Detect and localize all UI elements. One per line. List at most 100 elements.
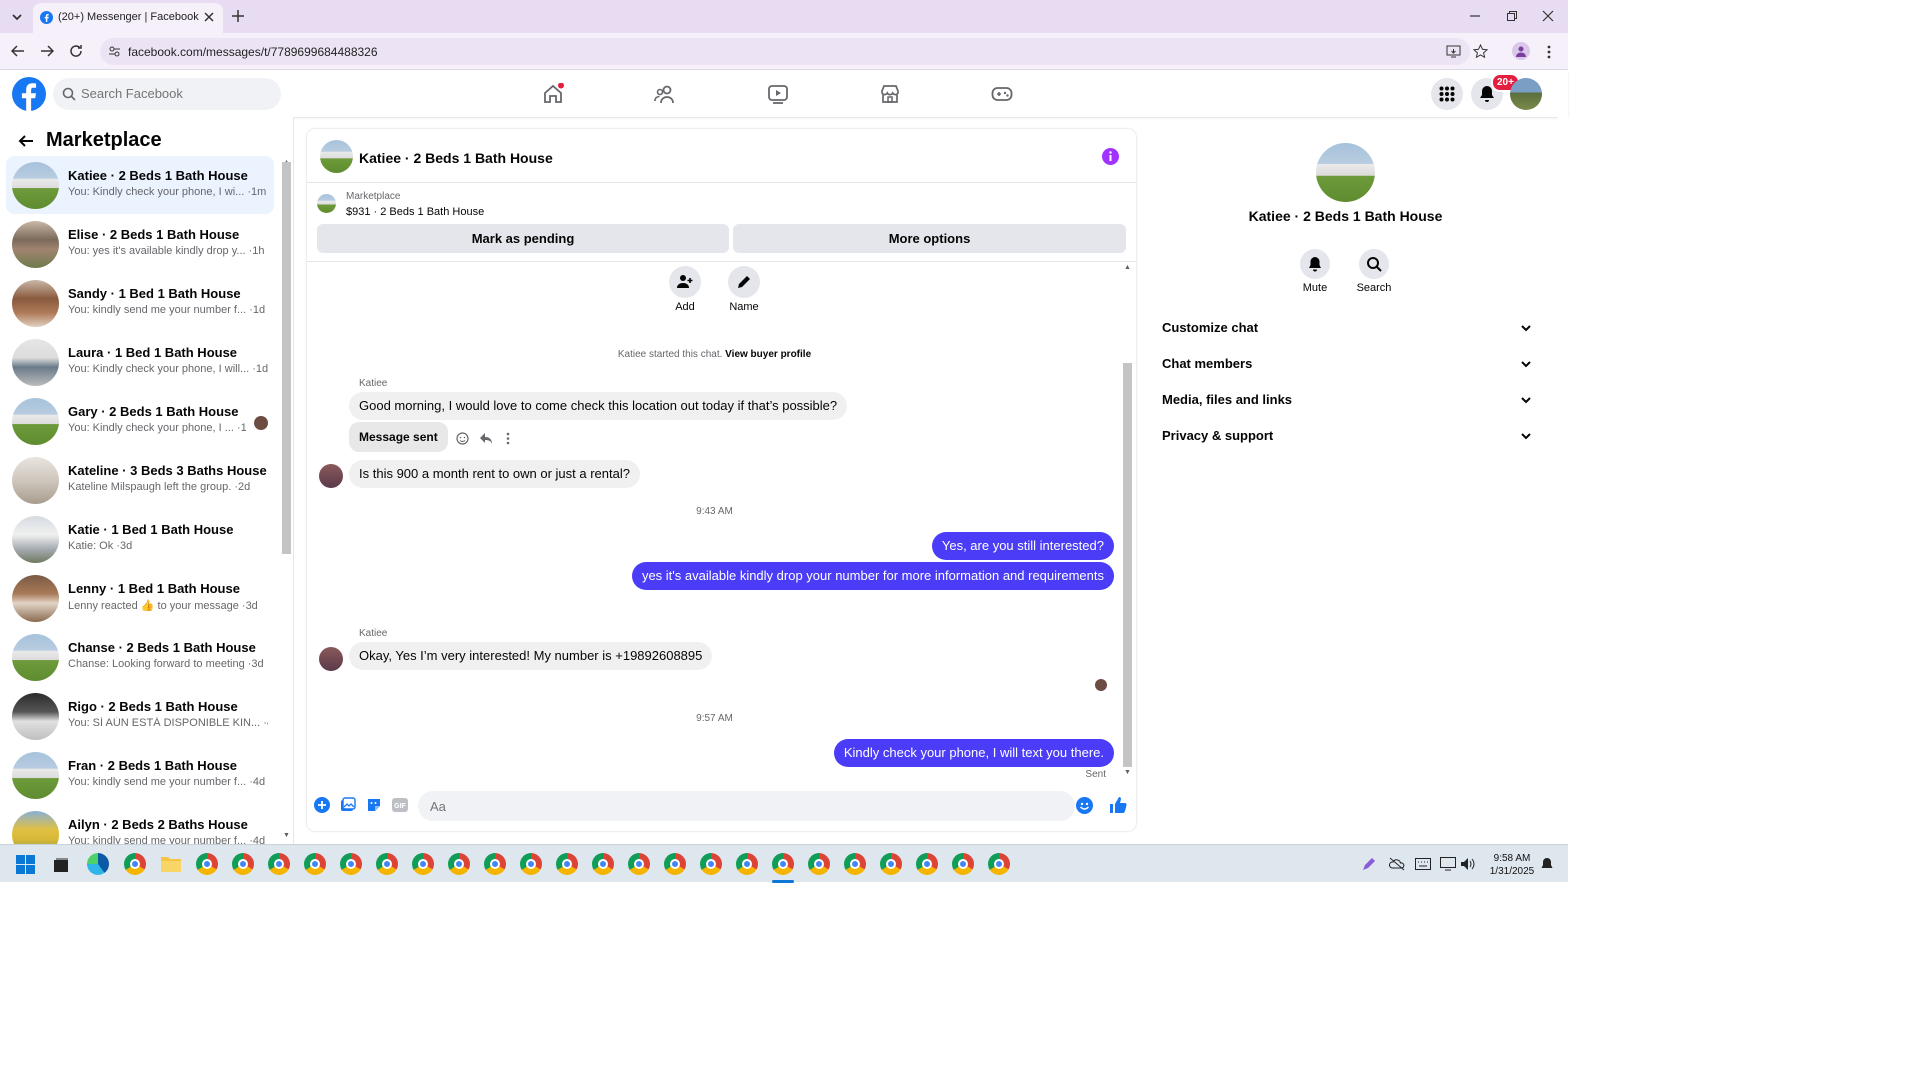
chrome-icon[interactable] [736, 853, 758, 875]
install-app-icon[interactable] [1446, 44, 1461, 59]
info-icon[interactable] [1102, 148, 1119, 165]
chrome-icon[interactable] [628, 853, 650, 875]
more-options-button[interactable]: More options [733, 224, 1126, 253]
incoming-message[interactable]: Is this 900 a month rent to own or just … [349, 460, 640, 488]
chrome-icon[interactable] [916, 853, 938, 875]
listing-thumbnail[interactable] [317, 194, 336, 213]
conversation-item[interactable]: Katiee · 2 Beds 1 Bath House You: Kindly… [6, 156, 274, 214]
reload-icon[interactable] [69, 44, 83, 58]
back-arrow-icon[interactable] [11, 44, 25, 58]
friends-icon[interactable] [654, 83, 676, 105]
outgoing-message[interactable]: Kindly check your phone, I will text you… [833, 739, 1114, 767]
outgoing-message[interactable]: yes it's available kindly drop your numb… [631, 562, 1114, 590]
display-icon[interactable] [1440, 857, 1456, 871]
chrome-icon[interactable] [664, 853, 686, 875]
outgoing-message[interactable]: Yes, are you still interested? [931, 532, 1114, 560]
new-tab-icon[interactable] [230, 8, 246, 24]
system-clock[interactable]: 9:58 AM 1/31/2025 [1484, 852, 1540, 878]
scroll-down-arrow[interactable]: ▼ [283, 832, 290, 839]
sender-avatar[interactable] [319, 647, 343, 671]
chrome-icon[interactable] [952, 853, 974, 875]
search-in-chat-button[interactable] [1359, 249, 1389, 279]
reply-icon[interactable] [479, 432, 493, 445]
chrome-icon[interactable] [808, 853, 830, 875]
browser-tab-messenger[interactable]: (20+) Messenger | Facebook [33, 3, 223, 33]
chrome-icon[interactable] [880, 853, 902, 875]
chrome-icon[interactable] [412, 853, 434, 875]
conversation-item[interactable]: Fran · 2 Beds 1 Bath House You: kindly s… [6, 746, 274, 804]
pen-icon[interactable] [1362, 857, 1376, 871]
chrome-icon[interactable] [232, 853, 254, 875]
media-files-links-section[interactable]: Media, files and links [1162, 386, 1532, 414]
back-arrow-icon[interactable] [18, 133, 34, 149]
volume-icon[interactable] [1460, 857, 1476, 871]
chrome-icon[interactable] [988, 853, 1010, 875]
conversation-item[interactable]: Laura · 1 Bed 1 Bath House You: Kindly c… [6, 333, 274, 391]
bookmark-star-icon[interactable] [1473, 44, 1488, 59]
profile-button[interactable] [1512, 42, 1530, 60]
chrome-icon[interactable] [268, 853, 290, 875]
sender-avatar[interactable] [319, 464, 343, 488]
chrome-icon[interactable] [592, 853, 614, 875]
marketplace-icon[interactable] [879, 83, 901, 105]
edge-icon[interactable] [87, 853, 109, 875]
message-input[interactable] [418, 791, 1075, 821]
file-explorer-icon[interactable] [160, 854, 182, 874]
page-scrollbar[interactable] [1558, 70, 1568, 844]
scroll-down-arrow[interactable]: ▼ [1124, 769, 1131, 776]
notification-center-icon[interactable] [1540, 857, 1554, 871]
chrome-icon[interactable] [376, 853, 398, 875]
sticker-icon[interactable] [366, 797, 382, 813]
chrome-icon[interactable] [340, 853, 362, 875]
chrome-icon[interactable] [556, 853, 578, 875]
mute-button[interactable] [1300, 249, 1330, 279]
conversation-item[interactable]: Elise · 2 Beds 1 Bath House You: yes it'… [6, 215, 274, 273]
plus-icon[interactable] [314, 797, 330, 813]
chrome-icon-active[interactable] [772, 853, 794, 875]
emoji-icon[interactable] [1076, 797, 1093, 814]
home-icon[interactable] [542, 83, 564, 105]
chrome-icon[interactable] [124, 853, 146, 875]
mark-as-pending-button[interactable]: Mark as pending [317, 224, 729, 253]
menu-button[interactable] [1431, 78, 1463, 110]
gif-icon[interactable]: GIF [392, 797, 408, 813]
conversation-item[interactable]: Ailyn · 2 Beds 2 Baths House You: kindly… [6, 805, 274, 844]
thumbs-up-icon[interactable] [1109, 796, 1127, 814]
forward-arrow-icon[interactable] [40, 44, 54, 58]
chrome-icon[interactable] [484, 853, 506, 875]
close-window-icon[interactable] [1541, 9, 1555, 23]
conversation-item[interactable]: Kateline · 3 Beds 3 Baths House Kateline… [6, 451, 274, 509]
facebook-search-input[interactable] [81, 86, 271, 101]
browser-menu-icon[interactable] [1545, 44, 1553, 60]
conversation-item[interactable]: Katie · 1 Bed 1 Bath House Katie: Ok ·3d [6, 510, 274, 568]
conversation-item[interactable]: Lenny · 1 Bed 1 Bath House Lenny reacted… [6, 569, 274, 627]
customize-chat-section[interactable]: Customize chat [1162, 314, 1532, 342]
chat-list-scrollbar[interactable] [282, 162, 291, 554]
keyboard-icon[interactable] [1415, 858, 1431, 870]
chrome-icon[interactable] [700, 853, 722, 875]
facebook-logo-icon[interactable] [12, 77, 46, 111]
chrome-icon[interactable] [196, 853, 218, 875]
tab-search-button[interactable] [8, 8, 26, 26]
task-view-icon[interactable] [53, 857, 69, 873]
view-buyer-profile-link[interactable]: View buyer profile [725, 349, 811, 360]
facebook-search[interactable] [53, 78, 281, 110]
incoming-message[interactable]: Okay, Yes I’m very interested! My number… [349, 642, 713, 670]
close-tab-icon[interactable] [203, 11, 215, 23]
more-actions-icon[interactable] [506, 432, 510, 445]
edit-name-button[interactable] [728, 266, 760, 298]
message-scrollbar[interactable] [1123, 363, 1132, 767]
incoming-message[interactable]: Good morning, I would love to come check… [349, 392, 848, 420]
onedrive-offline-icon[interactable] [1389, 857, 1405, 871]
conversation-item[interactable]: Chanse · 2 Beds 1 Bath House Chanse: Loo… [6, 628, 274, 686]
conversation-item[interactable]: Rigo · 2 Beds 1 Bath House You: SÍ AÚN E… [6, 687, 274, 745]
address-bar[interactable]: facebook.com/messages/t/7789699684488326 [100, 38, 1488, 65]
chrome-icon[interactable] [520, 853, 542, 875]
chrome-icon[interactable] [304, 853, 326, 875]
chrome-icon[interactable] [448, 853, 470, 875]
photo-icon[interactable] [340, 797, 356, 813]
listing-title[interactable]: $931 · 2 Beds 1 Bath House [346, 206, 484, 218]
conversation-item[interactable]: Sandy · 1 Bed 1 Bath House You: kindly s… [6, 274, 274, 332]
restore-icon[interactable] [1505, 9, 1519, 23]
add-member-button[interactable] [669, 266, 701, 298]
